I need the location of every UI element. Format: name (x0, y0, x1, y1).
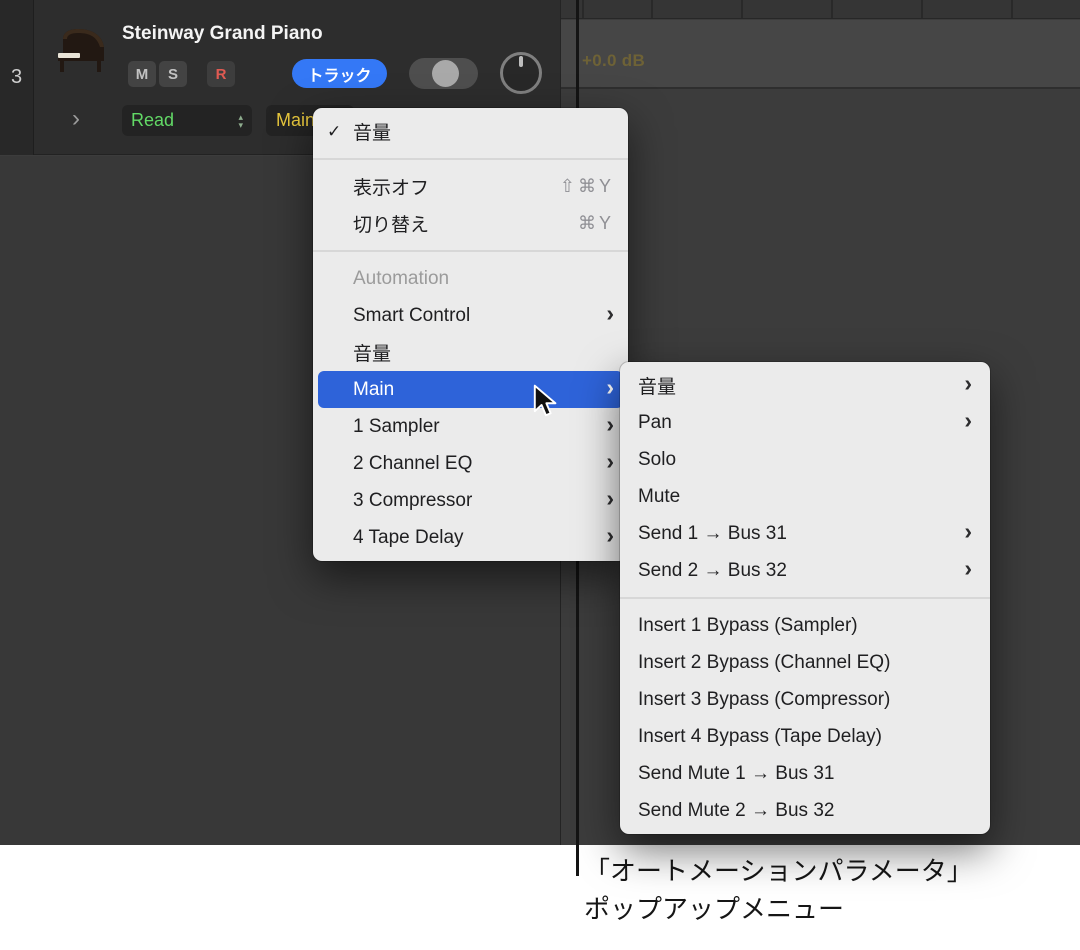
caption-line-2: ポップアップメニュー (584, 890, 973, 928)
menu-item-toggle[interactable]: 切り替え ⌘Y (318, 205, 623, 242)
figure-caption: 「オートメーションパラメータ」 ポップアップメニュー (584, 852, 973, 928)
menu-item-label: Send 2 → Bus 32 (638, 560, 948, 582)
submenu-item-insert-1-bypass[interactable]: Insert 1 Bypass (Sampler) (625, 607, 985, 644)
main-parameter-submenu: 音量›Pan›SoloMuteSend 1 → Bus 31›Send 2 → … (620, 362, 990, 834)
submenu-arrow-icon: › (606, 302, 614, 325)
menu-item-label: 音量 (638, 372, 948, 399)
menu-item-label: Send Mute 2 → Bus 32 (638, 800, 972, 822)
stepper-icon: ▴ ▾ (238, 113, 243, 129)
track-number: 3 (0, 0, 34, 155)
rotary-knob[interactable] (500, 52, 542, 94)
menu-item-label: Solo (638, 449, 972, 471)
checkmark-icon: ✓ (327, 122, 353, 142)
submenu-arrow-icon: › (606, 487, 614, 510)
menu-separator (620, 597, 990, 599)
submenu-item-send-1[interactable]: Send 1 → Bus 31 › (625, 515, 985, 552)
submenu-item-insert-2-bypass[interactable]: Insert 2 Bypass (Channel EQ) (625, 644, 985, 681)
record-enable-button[interactable]: R (207, 61, 235, 87)
track-name: Steinway Grand Piano (122, 23, 323, 45)
mouse-cursor-icon (531, 384, 559, 418)
menu-item-label: 1 Sampler (353, 416, 590, 438)
solo-button[interactable]: S (159, 61, 187, 87)
submenu-arrow-icon: › (964, 409, 972, 432)
menu-item-label: Send 1 → Bus 31 (638, 523, 948, 545)
submenu-item-insert-3-bypass[interactable]: Insert 3 Bypass (Compressor) (625, 681, 985, 718)
submenu-item-mute[interactable]: Mute (625, 478, 985, 515)
caption-line-1: 「オートメーションパラメータ」 (584, 852, 973, 890)
submenu-arrow-icon: › (606, 413, 614, 436)
menu-separator (313, 250, 628, 252)
menu-item-label: Insert 1 Bypass (Sampler) (638, 615, 972, 637)
automation-mode-select[interactable]: Read ▴ ▾ (122, 105, 252, 136)
menu-item-label: Automation (353, 268, 614, 290)
track-disclosure-button[interactable]: › (72, 104, 80, 134)
menu-item-label: Insert 2 Bypass (Channel EQ) (638, 652, 972, 674)
disclosure-chevron-icon: › (72, 105, 80, 132)
menu-item-1-sampler[interactable]: 1 Sampler › (318, 408, 623, 445)
submenu-arrow-icon: › (964, 520, 972, 543)
piano-icon (50, 25, 110, 79)
toggle-knob (432, 60, 459, 87)
menu-item-label: Mute (638, 486, 972, 508)
submenu-arrow-icon: › (606, 450, 614, 473)
menu-item-label: Insert 4 Bypass (Tape Delay) (638, 726, 972, 748)
submenu-item-send-mute-1[interactable]: Send Mute 1 → Bus 31 (625, 755, 985, 792)
submenu-arrow-icon: › (964, 372, 972, 395)
submenu-item-insert-4-bypass[interactable]: Insert 4 Bypass (Tape Delay) (625, 718, 985, 755)
screenshot-stage: +0.0 dB 3 Steinway Grand Piano M S R トラッ… (0, 0, 1080, 950)
submenu-item-send-mute-2[interactable]: Send Mute 2 → Bus 32 (625, 792, 985, 829)
automation-parameter-menu: ✓音量表示オフ⇧⌘Y切り替え⌘YAutomationSmart Control›… (313, 108, 628, 561)
automation-target-button[interactable]: トラック (292, 59, 387, 88)
menu-header-automation: Automation (318, 260, 623, 297)
menu-item-volume[interactable]: 音量 (318, 334, 623, 371)
menu-item-label: Pan (638, 412, 948, 434)
automation-parameter-label: Main (276, 110, 315, 131)
menu-item-label: 3 Compressor (353, 490, 590, 512)
menu-item-label: Insert 3 Bypass (Compressor) (638, 689, 972, 711)
track-on-off-toggle[interactable] (409, 58, 478, 89)
menu-item-hide[interactable]: 表示オフ ⇧⌘Y (318, 168, 623, 205)
menu-item-label: Send Mute 1 → Bus 31 (638, 763, 972, 785)
menu-item-label: 音量 (353, 339, 614, 366)
stepper-down-icon: ▾ (238, 121, 243, 129)
menu-item-4-tape-delay[interactable]: 4 Tape Delay › (318, 519, 623, 556)
menu-item-2-channel-eq[interactable]: 2 Channel EQ › (318, 445, 623, 482)
submenu-item-send-2[interactable]: Send 2 → Bus 32 › (625, 552, 985, 589)
submenu-item-pan[interactable]: Pan › (625, 404, 985, 441)
submenu-arrow-icon: › (606, 376, 614, 399)
menu-item-label: Smart Control (353, 305, 590, 327)
automation-mode-label: Read (131, 110, 238, 131)
menu-item-volume-current[interactable]: ✓音量 (318, 113, 623, 150)
menu-item-shortcut: ⌘Y (578, 213, 614, 234)
submenu-arrow-icon: › (606, 524, 614, 547)
automation-db-value: +0.0 dB (582, 51, 645, 71)
menu-item-label: 音量 (353, 118, 614, 145)
timeline-ruler[interactable] (561, 0, 1080, 19)
menu-item-label: 切り替え (353, 210, 552, 237)
mute-button[interactable]: M (128, 61, 156, 87)
menu-separator (313, 158, 628, 160)
menu-item-3-compressor[interactable]: 3 Compressor › (318, 482, 623, 519)
submenu-arrow-icon: › (964, 557, 972, 580)
menu-item-label: 4 Tape Delay (353, 527, 590, 549)
menu-item-main[interactable]: Main› (318, 371, 623, 408)
menu-item-shortcut: ⇧⌘Y (560, 176, 614, 197)
submenu-item-volume[interactable]: 音量 › (625, 367, 985, 404)
submenu-item-solo[interactable]: Solo (625, 441, 985, 478)
menu-item-label: 2 Channel EQ (353, 453, 590, 475)
menu-item-smart-control[interactable]: Smart Control › (318, 297, 623, 334)
menu-item-label: 表示オフ (353, 173, 534, 200)
